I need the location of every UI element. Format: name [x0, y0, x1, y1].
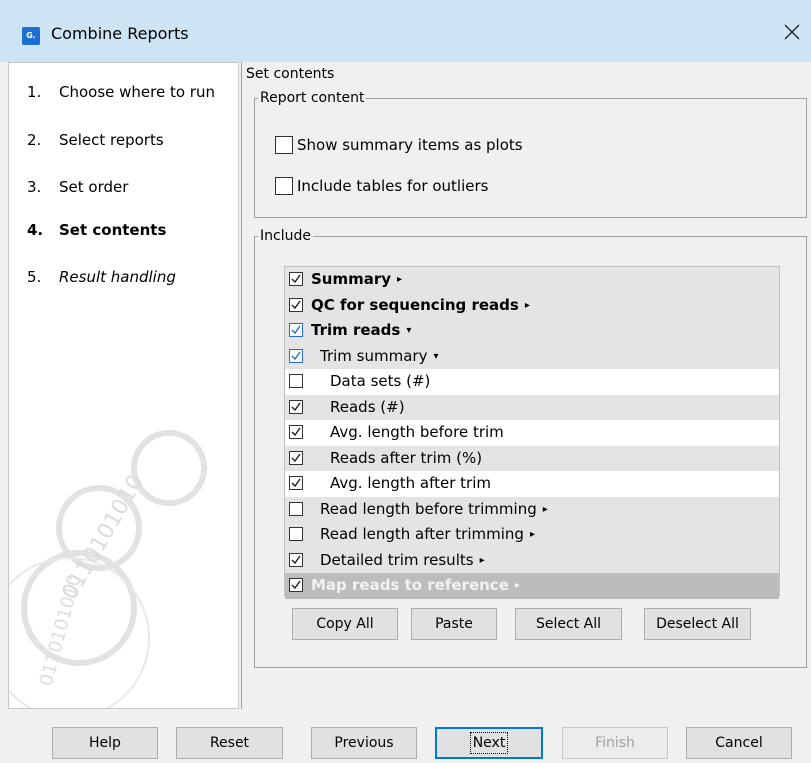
expand-arrow-icon[interactable]: ▸	[515, 580, 520, 591]
tree-checkbox[interactable]	[289, 323, 303, 337]
include-outlier-tables-label: Include tables for outliers	[297, 177, 489, 195]
tree-item-label: Reads (#)	[330, 397, 405, 416]
tree-item-label: Read length before trimming	[320, 499, 537, 518]
include-legend: Include	[260, 228, 311, 244]
tree-checkbox[interactable]	[289, 297, 303, 312]
tree-checkbox[interactable]	[289, 374, 303, 388]
select-all-button[interactable]: Select All	[515, 608, 622, 640]
wizard-steps-panel: 1. Choose where to run 2. Select reports 3…	[8, 62, 239, 709]
step-set-contents-current: 4. Set contents	[27, 221, 167, 239]
cancel-button[interactable]: Cancel	[686, 727, 792, 759]
tree-item-read-length-after-trimming[interactable]: Read length after trimming ▸	[285, 522, 779, 548]
report-content-group: Report content Show summary items as plo…	[254, 90, 807, 218]
expand-arrow-icon[interactable]: ▸	[530, 529, 535, 540]
tree-checkbox[interactable]	[289, 425, 303, 439]
help-button[interactable]: Help	[52, 727, 158, 759]
tree-item-trim-reads[interactable]: Trim reads ▾	[285, 318, 779, 344]
step-result-handling: 5. Result handling	[27, 268, 176, 286]
tree-checkbox[interactable]	[289, 348, 303, 363]
next-button[interactable]: Next	[435, 727, 543, 759]
close-icon[interactable]	[783, 20, 803, 44]
page-title: Set contents	[246, 66, 335, 82]
expand-arrow-icon[interactable]: ▸	[397, 274, 402, 285]
tree-checkbox[interactable]	[289, 578, 303, 592]
tree-item-label: Detailed trim results	[320, 550, 474, 569]
app-icon: G.	[22, 27, 40, 45]
tree-item-data-sets[interactable]: Data sets (#)	[285, 369, 779, 395]
tree-item-label: Summary	[311, 270, 392, 288]
title-bar: G. Combine Reports	[0, 0, 811, 62]
tree-item-label: Data sets (#)	[330, 372, 431, 390]
tree-item-label: QC for sequencing reads	[311, 295, 519, 314]
include-outlier-tables-option[interactable]: Include tables for outliers	[275, 177, 488, 195]
step-choose-where-to-run: 1. Choose where to run	[27, 83, 215, 101]
tree-item-label: Reads after trim (%)	[330, 448, 483, 467]
previous-button[interactable]: Previous	[311, 727, 417, 759]
window-title: Combine Reports	[51, 24, 189, 43]
tree-item-summary[interactable]: Summary ▸	[285, 267, 779, 293]
tree-item-label: Read length after trimming	[320, 525, 524, 543]
expand-arrow-icon[interactable]: ▸	[543, 504, 548, 515]
tree-checkbox[interactable]	[289, 272, 303, 286]
report-content-legend: Report content	[260, 90, 365, 106]
tree-item-reads-after-trim[interactable]: Reads after trim (%)	[285, 445, 779, 471]
tree-item-reads[interactable]: Reads (#)	[285, 394, 779, 420]
finish-button: Finish	[562, 727, 668, 759]
tree-item-detailed-trim-results[interactable]: Detailed trim results ▸	[285, 547, 779, 573]
expand-arrow-icon[interactable]: ▸	[525, 300, 530, 311]
include-group: Include Summary ▸ QC for sequencing reads…	[254, 228, 807, 668]
tree-item-trim-summary[interactable]: Trim summary ▾	[285, 343, 779, 369]
paste-button[interactable]: Paste	[411, 608, 497, 640]
copy-all-button[interactable]: Copy All	[292, 608, 398, 640]
tree-item-label: Avg. length before trim	[330, 423, 504, 441]
tree-checkbox[interactable]	[289, 450, 303, 465]
tree-item-label: Map reads to reference	[311, 576, 509, 594]
tree-checkbox[interactable]	[289, 476, 303, 490]
show-summary-plots-label: Show summary items as plots	[297, 136, 523, 154]
tree-checkbox[interactable]	[289, 552, 303, 567]
tree-checkbox[interactable]	[289, 399, 303, 414]
watermark-graphic: 0110101010 0110101010	[9, 430, 207, 708]
collapse-arrow-icon[interactable]: ▾	[406, 325, 411, 336]
tree-item-label: Trim reads	[311, 321, 401, 339]
step-set-order: 3. Set order	[27, 178, 129, 196]
tree-item-read-length-before-trimming[interactable]: Read length before trimming ▸	[285, 496, 779, 522]
tree-item-avg-length-after-trim[interactable]: Avg. length after trim	[285, 471, 779, 497]
svg-text:0110101010: 0110101010	[36, 572, 86, 688]
collapse-arrow-icon[interactable]: ▾	[433, 351, 438, 362]
expand-arrow-icon[interactable]: ▸	[480, 555, 485, 566]
tree-item-label: Avg. length after trim	[330, 474, 491, 492]
tree-item-map-reads-to-reference[interactable]: Map reads to reference ▸	[285, 573, 779, 599]
tree-checkbox[interactable]	[289, 501, 303, 516]
step-select-reports: 2. Select reports	[27, 131, 164, 149]
panel-divider	[241, 62, 242, 709]
reset-button[interactable]: Reset	[176, 727, 283, 759]
show-summary-plots-checkbox[interactable]	[275, 136, 293, 154]
tree-checkbox[interactable]	[289, 527, 303, 541]
tree-item-avg-length-before-trim[interactable]: Avg. length before trim	[285, 420, 779, 446]
tree-item-label: Trim summary	[320, 346, 428, 365]
deselect-all-button[interactable]: Deselect All	[644, 608, 751, 640]
include-tree: Summary ▸ QC for sequencing reads ▸ Trim r…	[284, 266, 780, 599]
tree-item-qc-sequencing-reads[interactable]: QC for sequencing reads ▸	[285, 292, 779, 318]
include-outlier-tables-checkbox[interactable]	[275, 177, 293, 195]
show-summary-plots-option[interactable]: Show summary items as plots	[275, 136, 523, 154]
